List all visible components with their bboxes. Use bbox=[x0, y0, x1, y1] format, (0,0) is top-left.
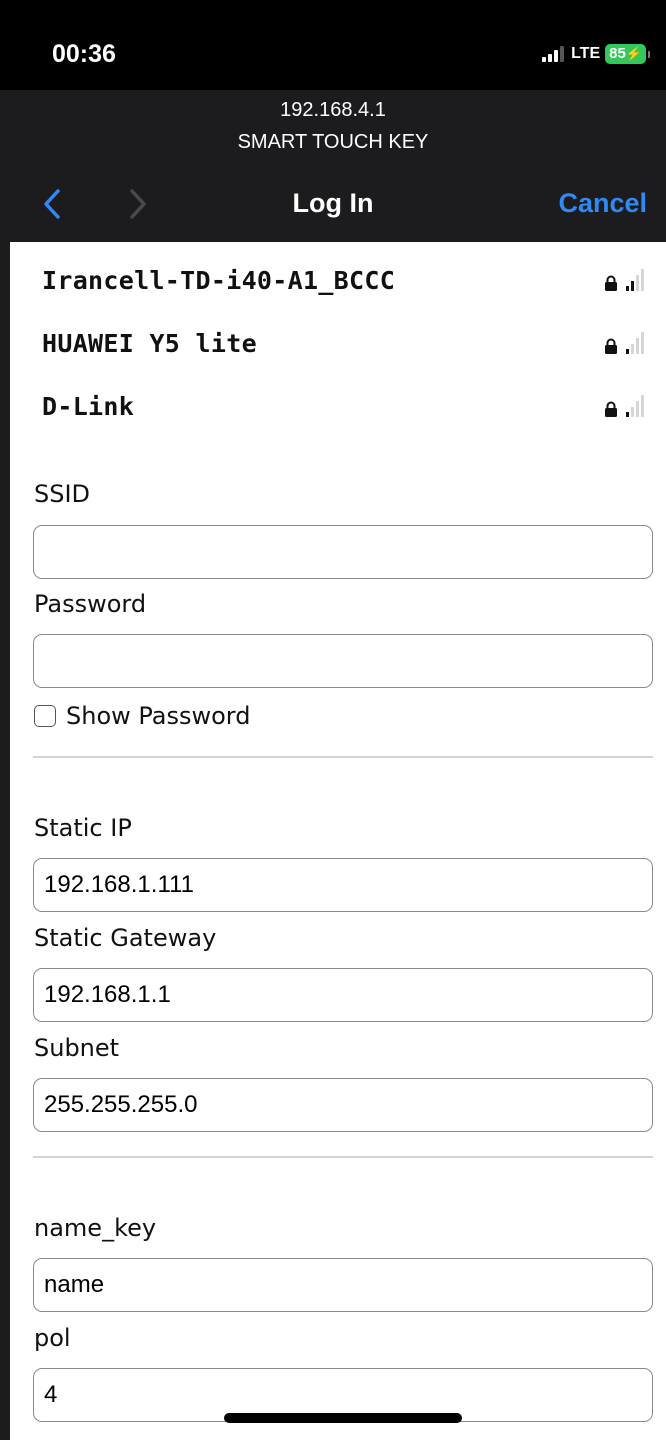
network-status bbox=[604, 269, 644, 291]
network-name: Irancell-TD-i40-A1_BCCC bbox=[42, 265, 396, 295]
network-name: D-Link bbox=[42, 391, 135, 421]
name-key-label: name_key bbox=[34, 1214, 157, 1242]
ssid-label: SSID bbox=[34, 480, 91, 508]
show-password-label: Show Password bbox=[66, 702, 251, 730]
name-key-input[interactable] bbox=[33, 1258, 653, 1312]
section-divider bbox=[33, 756, 653, 758]
network-item[interactable]: HUAWEI Y5 lite bbox=[42, 323, 648, 363]
home-indicator[interactable] bbox=[224, 1413, 462, 1423]
signal-strength-icon bbox=[626, 395, 644, 417]
battery-tip bbox=[648, 50, 650, 58]
status-indicators: LTE 85⚡ bbox=[542, 44, 650, 64]
status-bar: 00:36 LTE 85⚡ bbox=[0, 0, 666, 90]
subnet-label: Subnet bbox=[34, 1034, 120, 1062]
cellular-signal-icon bbox=[542, 46, 565, 62]
network-item[interactable]: Irancell-TD-i40-A1_BCCC bbox=[42, 260, 648, 300]
battery-icon: 85⚡ bbox=[605, 44, 646, 64]
section-divider bbox=[33, 1156, 653, 1158]
static-ip-input[interactable] bbox=[33, 858, 653, 912]
cancel-button[interactable]: Cancel bbox=[558, 188, 647, 219]
signal-strength-icon bbox=[626, 332, 644, 354]
network-type: LTE bbox=[571, 45, 601, 62]
password-input[interactable] bbox=[33, 634, 653, 688]
lock-icon bbox=[605, 401, 617, 417]
network-name: HUAWEI Y5 lite bbox=[42, 328, 257, 358]
signal-strength-icon bbox=[626, 269, 644, 291]
subnet-input[interactable] bbox=[33, 1078, 653, 1132]
auth-realm: SMART TOUCH KEY bbox=[237, 131, 429, 153]
charging-bolt-icon: ⚡ bbox=[625, 46, 642, 61]
ssid-input[interactable] bbox=[33, 525, 653, 579]
battery-level: 85 bbox=[609, 45, 626, 62]
network-status bbox=[604, 332, 644, 354]
status-time: 00:36 bbox=[52, 40, 116, 68]
web-content: Irancell-TD-i40-A1_BCCC HUAWEI Y5 lite D… bbox=[10, 242, 666, 1440]
lock-icon bbox=[605, 338, 617, 354]
login-sheet-header: 192.168.4.1 SMART TOUCH KEY Log In Cance… bbox=[0, 90, 666, 242]
network-status bbox=[604, 395, 644, 417]
static-ip-label: Static IP bbox=[34, 814, 132, 842]
network-item[interactable]: D-Link bbox=[42, 386, 648, 426]
lock-icon bbox=[605, 275, 617, 291]
show-password-toggle[interactable]: Show Password bbox=[34, 702, 251, 730]
host-address: 192.168.4.1 bbox=[280, 99, 386, 121]
static-gateway-input[interactable] bbox=[33, 968, 653, 1022]
show-password-checkbox[interactable] bbox=[34, 705, 56, 727]
static-gateway-label: Static Gateway bbox=[34, 924, 217, 952]
password-label: Password bbox=[34, 590, 147, 618]
pol-label: pol bbox=[34, 1324, 71, 1352]
